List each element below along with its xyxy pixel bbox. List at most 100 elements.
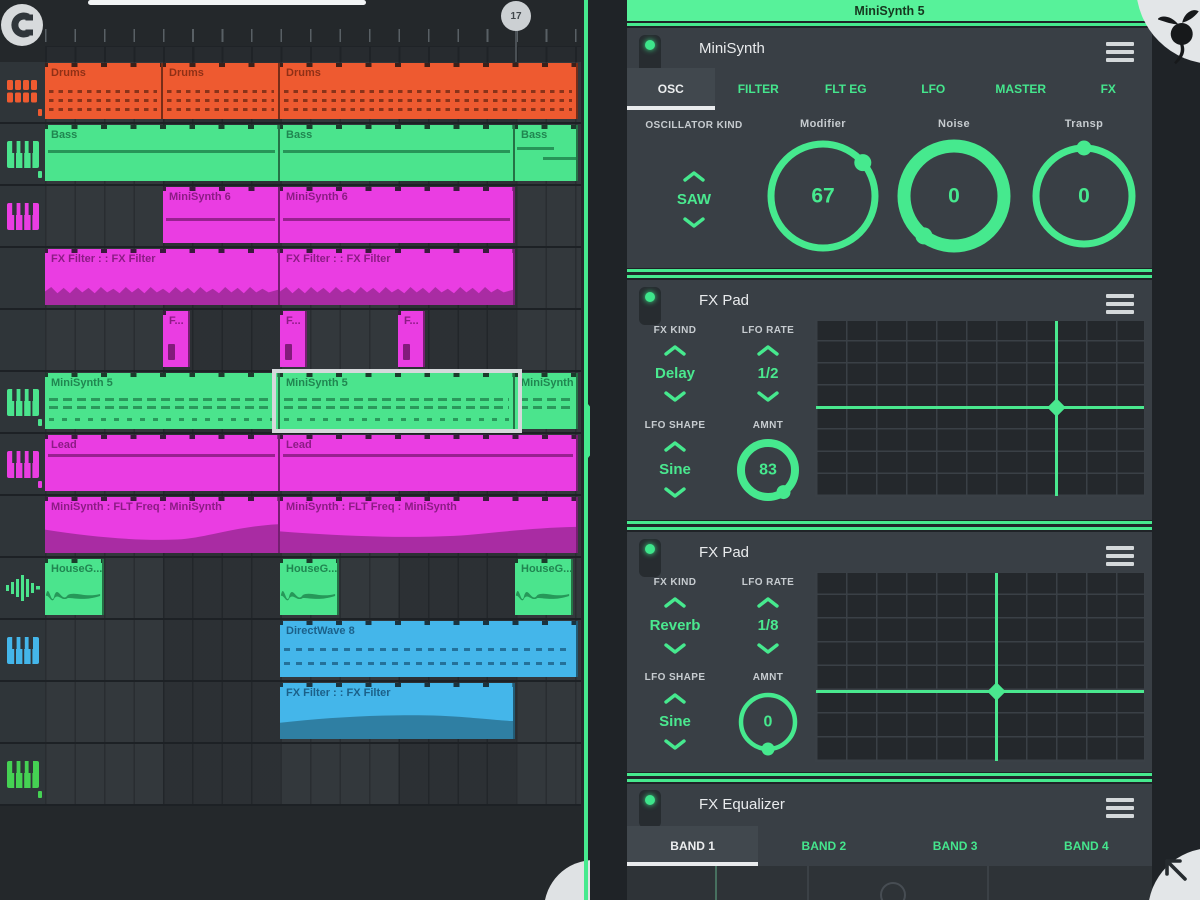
track-row-drums[interactable]: Drums Drums Drums <box>45 62 581 124</box>
chevron-down-icon[interactable] <box>662 486 688 499</box>
pattern-clip[interactable]: MiniSynth 5 <box>515 373 578 429</box>
chevron-up-icon[interactable] <box>662 596 688 609</box>
tab-band-3[interactable]: BAND 3 <box>890 826 1021 866</box>
xy-crosshair-handle[interactable] <box>1047 398 1065 416</box>
eq-band-handle[interactable] <box>880 882 906 900</box>
track-row-minisynth-flt[interactable]: MiniSynth : FLT Freq : MiniSynth MiniSyn… <box>45 496 581 558</box>
track-button-fx-filter[interactable] <box>0 248 45 310</box>
track-row-minisynth-5[interactable]: MiniSynth 5 MiniSynth 5 MiniSynth 5 <box>45 372 581 434</box>
chevron-down-icon[interactable] <box>662 642 688 655</box>
pattern-clip[interactable]: Bass <box>280 125 515 181</box>
pattern-clip[interactable]: Drums <box>280 63 578 119</box>
tab-lfo[interactable]: LFO <box>890 68 978 110</box>
snap-button[interactable] <box>1 4 43 46</box>
track-button-lead[interactable] <box>0 434 45 496</box>
track-row-minisynth-6[interactable]: MiniSynth 6 MiniSynth 6 <box>45 186 581 248</box>
pattern-clip[interactable]: MiniSynth 6 <box>163 187 280 243</box>
xy-crosshair-handle[interactable] <box>987 682 1005 700</box>
chevron-up-icon[interactable] <box>755 596 781 609</box>
pattern-clip[interactable]: Drums <box>45 63 163 119</box>
track-row-fx-filter-2[interactable]: FX Filter : : FX Filter <box>45 682 581 744</box>
playlist-grid[interactable]: Drums Drums Drums Bass Bass <box>45 62 581 806</box>
track-button-minisynth-5[interactable] <box>0 372 45 434</box>
audio-clip[interactable]: HouseG... <box>515 559 573 615</box>
fx-kind-value[interactable]: Delay <box>655 365 695 382</box>
automation-clip[interactable]: FX Filter : : FX Filter <box>280 683 515 739</box>
noise-knob[interactable]: 0 <box>894 136 1014 256</box>
track-row-directwave[interactable]: DirectWave 8 <box>45 620 581 682</box>
amnt-knob[interactable]: 0 <box>734 688 802 756</box>
chevron-down-icon[interactable] <box>662 390 688 403</box>
chevron-up-icon[interactable] <box>755 344 781 357</box>
pattern-clip[interactable]: MiniSynth 5 <box>45 373 280 429</box>
module-enable-toggle[interactable] <box>639 287 661 325</box>
chevron-down-icon[interactable] <box>755 642 781 655</box>
automation-clip[interactable]: MiniSynth : FLT Freq : MiniSynth <box>45 497 280 553</box>
lfo-rate-value[interactable]: 1/8 <box>758 617 779 634</box>
pattern-clip[interactable]: Bass <box>515 125 578 181</box>
audio-clip[interactable]: HouseG... <box>45 559 104 615</box>
track-row-house-groove[interactable]: HouseG... HouseG... HouseG... <box>45 558 581 620</box>
chevron-up-icon[interactable] <box>662 440 688 453</box>
chevron-up-icon[interactable] <box>662 344 688 357</box>
tab-filter[interactable]: FILTER <box>715 68 803 110</box>
chevron-down-icon[interactable] <box>755 390 781 403</box>
playhead-marker[interactable]: 17 <box>501 1 531 31</box>
chevron-down-icon[interactable] <box>681 216 707 229</box>
modifier-knob[interactable]: 67 <box>763 136 883 256</box>
track-button-house-groove[interactable] <box>0 558 45 620</box>
pattern-clip[interactable]: Bass <box>45 125 280 181</box>
chevron-up-icon[interactable] <box>681 170 707 183</box>
pattern-clip[interactable]: F... <box>163 311 190 367</box>
lfo-rate-value[interactable]: 1/2 <box>758 365 779 382</box>
pattern-clip[interactable]: Lead <box>280 435 578 491</box>
track-button-fx-filter-2[interactable] <box>0 682 45 744</box>
pattern-clip[interactable]: DirectWave 8 <box>280 621 578 677</box>
pattern-clip[interactable]: F... <box>398 311 425 367</box>
chevron-down-icon[interactable] <box>662 738 688 751</box>
lfo-shape-value[interactable]: Sine <box>659 713 691 730</box>
fx-xy-pad[interactable] <box>815 572 1145 762</box>
track-button-minisynth-flt[interactable] <box>0 496 45 558</box>
equalizer-graph-area[interactable] <box>627 866 1152 900</box>
tab-fx[interactable]: FX <box>1065 68 1153 110</box>
audio-clip[interactable]: HouseG... <box>280 559 339 615</box>
track-button-minisynth-6[interactable] <box>0 186 45 248</box>
clip-selection-frame[interactable] <box>272 369 522 433</box>
module-enable-toggle[interactable] <box>639 539 661 577</box>
module-enable-toggle[interactable] <box>639 790 661 828</box>
track-button-directwave[interactable] <box>0 620 45 682</box>
tab-osc[interactable]: OSC <box>627 68 715 110</box>
automation-clip[interactable]: FX Filter : : FX Filter <box>280 249 515 305</box>
inspector-title-bar[interactable]: MiniSynth 5 <box>627 0 1152 21</box>
transp-knob[interactable]: 0 <box>1028 140 1140 252</box>
fx-xy-pad[interactable] <box>815 320 1145 497</box>
track-row-fx-filter[interactable]: FX Filter : : FX Filter FX Filter : : FX… <box>45 248 581 310</box>
pattern-clip[interactable]: MiniSynth 6 <box>280 187 515 243</box>
hamburger-menu-icon[interactable] <box>1106 546 1134 566</box>
pattern-clip[interactable]: Lead <box>45 435 280 491</box>
lfo-shape-value[interactable]: Sine <box>659 461 691 478</box>
tab-band-1[interactable]: BAND 1 <box>627 826 758 866</box>
track-button-empty[interactable] <box>0 744 45 806</box>
tab-master[interactable]: MASTER <box>977 68 1065 110</box>
oscillator-kind-value[interactable]: SAW <box>677 191 711 208</box>
automation-clip[interactable]: MiniSynth : FLT Freq : MiniSynth <box>280 497 578 553</box>
hamburger-menu-icon[interactable] <box>1106 294 1134 314</box>
chevron-up-icon[interactable] <box>662 692 688 705</box>
track-row-f[interactable]: F... F... F... <box>45 310 581 372</box>
amnt-knob[interactable]: 83 <box>734 436 802 504</box>
track-button-bass[interactable] <box>0 124 45 186</box>
pattern-clip[interactable]: F... <box>280 311 307 367</box>
timeline-ruler[interactable]: 17 <box>45 0 581 62</box>
track-button-f-track[interactable] <box>0 310 45 372</box>
tab-band-2[interactable]: BAND 2 <box>758 826 889 866</box>
track-button-drums[interactable] <box>0 62 45 124</box>
tab-band-4[interactable]: BAND 4 <box>1021 826 1152 866</box>
hamburger-menu-icon[interactable] <box>1106 798 1134 818</box>
track-row-empty[interactable] <box>45 744 581 806</box>
track-row-lead[interactable]: Lead Lead <box>45 434 581 496</box>
hamburger-menu-icon[interactable] <box>1106 42 1134 62</box>
track-row-bass[interactable]: Bass Bass Bass <box>45 124 581 186</box>
automation-clip[interactable]: FX Filter : : FX Filter <box>45 249 280 305</box>
